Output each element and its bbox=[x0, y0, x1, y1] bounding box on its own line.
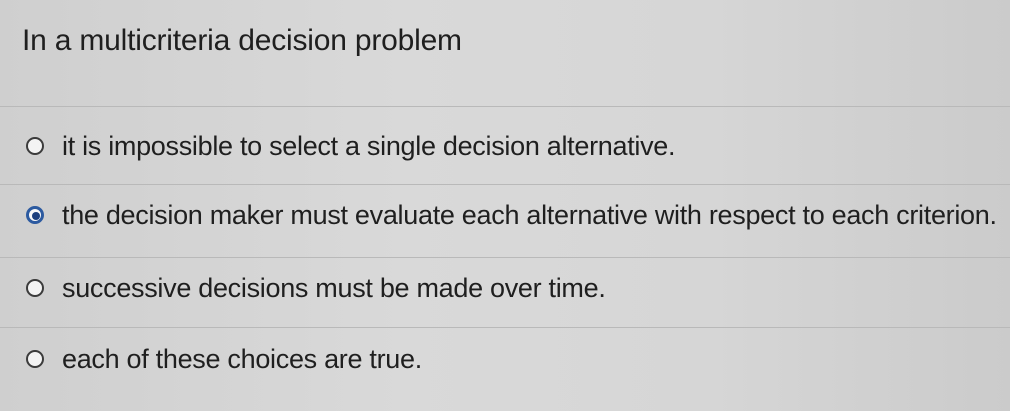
option-2[interactable]: the decision maker must evaluate each al… bbox=[26, 195, 997, 235]
option-label: each of these choices are true. bbox=[62, 343, 422, 374]
divider bbox=[0, 257, 1010, 258]
option-label: it is impossible to select a single deci… bbox=[62, 130, 676, 161]
option-1[interactable]: it is impossible to select a single deci… bbox=[26, 126, 676, 166]
question-text: In a multicriteria decision problem bbox=[22, 24, 462, 57]
divider bbox=[0, 184, 1010, 185]
option-3[interactable]: successive decisions must be made over t… bbox=[26, 268, 606, 308]
radio-button[interactable] bbox=[26, 137, 44, 155]
option-4[interactable]: each of these choices are true. bbox=[26, 339, 422, 379]
option-label: the decision maker must evaluate each al… bbox=[62, 199, 997, 230]
radio-button[interactable] bbox=[26, 279, 44, 297]
option-label: successive decisions must be made over t… bbox=[62, 272, 606, 303]
radio-button-selected[interactable] bbox=[26, 206, 44, 224]
radio-button[interactable] bbox=[26, 350, 44, 368]
divider bbox=[0, 327, 1010, 328]
divider bbox=[0, 106, 1010, 107]
